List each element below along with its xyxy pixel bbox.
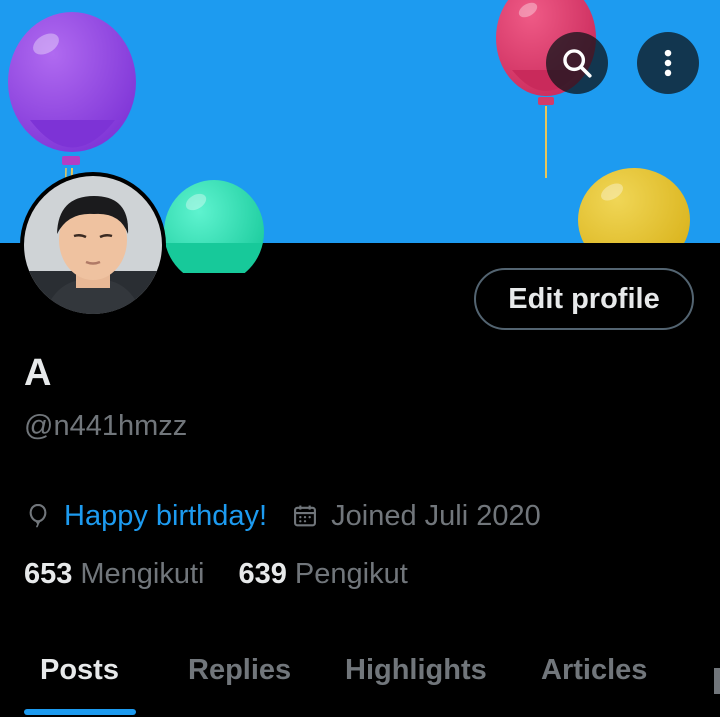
tab-replies[interactable]: Replies <box>188 654 291 687</box>
following-label: Mengikuti <box>80 558 205 590</box>
user-handle: @n441hmzz <box>24 410 188 442</box>
profile-meta: Happy birthday! Joined Juli 2020 <box>24 496 541 536</box>
avatar[interactable] <box>24 176 162 314</box>
birthday-link[interactable]: Happy birthday! <box>64 500 267 533</box>
calendar-icon <box>291 502 319 530</box>
tab-highlights[interactable]: Highlights <box>345 654 487 687</box>
tab-posts[interactable]: Posts <box>40 654 119 687</box>
avatar-photo <box>24 176 162 314</box>
search-button[interactable] <box>546 32 608 94</box>
joined-date: Joined Juli 2020 <box>331 499 541 532</box>
followers-link[interactable]: 639 Pengikut <box>239 558 408 591</box>
followers-count: 639 <box>238 558 287 590</box>
tab-articles[interactable]: Articles <box>541 654 647 687</box>
profile-tabs: Posts Replies Highlights Articles <box>0 640 720 717</box>
following-link[interactable]: 653 Mengikuti <box>24 558 205 591</box>
avatar-frame[interactable] <box>20 172 166 318</box>
display-name: A <box>24 352 52 394</box>
search-icon <box>563 49 592 78</box>
edit-profile-button[interactable]: Edit profile <box>474 268 694 330</box>
follow-stats: 653 Mengikuti 639 Pengikut <box>24 558 408 591</box>
tab-overflow-edge[interactable] <box>714 668 720 694</box>
more-vertical-icon <box>664 49 672 77</box>
balloon-icon <box>24 502 52 530</box>
following-count: 653 <box>24 558 73 590</box>
followers-label: Pengikut <box>294 558 408 590</box>
more-options-button[interactable] <box>637 32 699 94</box>
active-tab-indicator <box>24 709 136 715</box>
